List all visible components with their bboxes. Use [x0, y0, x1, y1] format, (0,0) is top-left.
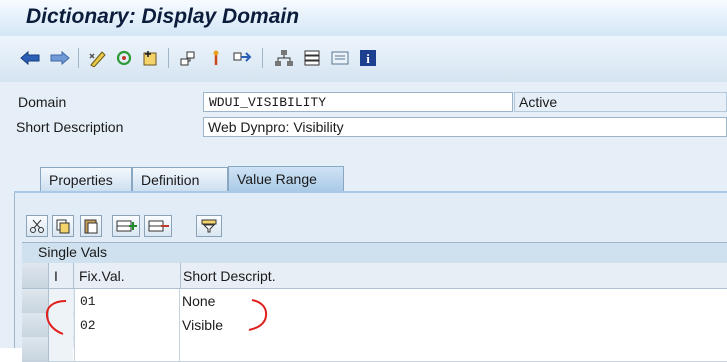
right-bracket — [248, 299, 268, 331]
annotation-brackets — [45, 299, 268, 335]
left-bracket — [45, 300, 67, 335]
